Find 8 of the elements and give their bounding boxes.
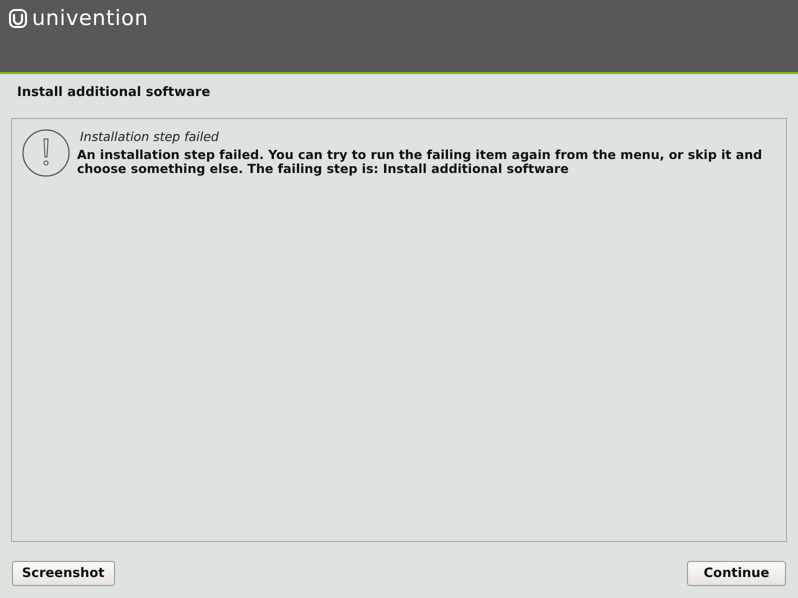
warning-icon	[22, 129, 70, 177]
message-text: An installation step failed. You can try to run the failing item again from the menu, or skip it and choose something else. The failing step is: Install additional software	[77, 148, 764, 176]
screenshot-button[interactable]: Screenshot	[12, 561, 115, 586]
logo-text: univention	[32, 6, 148, 30]
page-title: Install additional software	[16, 84, 212, 102]
logo-icon	[9, 8, 27, 28]
message-title: Installation step failed	[79, 129, 220, 144]
continue-button[interactable]: Continue	[687, 561, 786, 586]
